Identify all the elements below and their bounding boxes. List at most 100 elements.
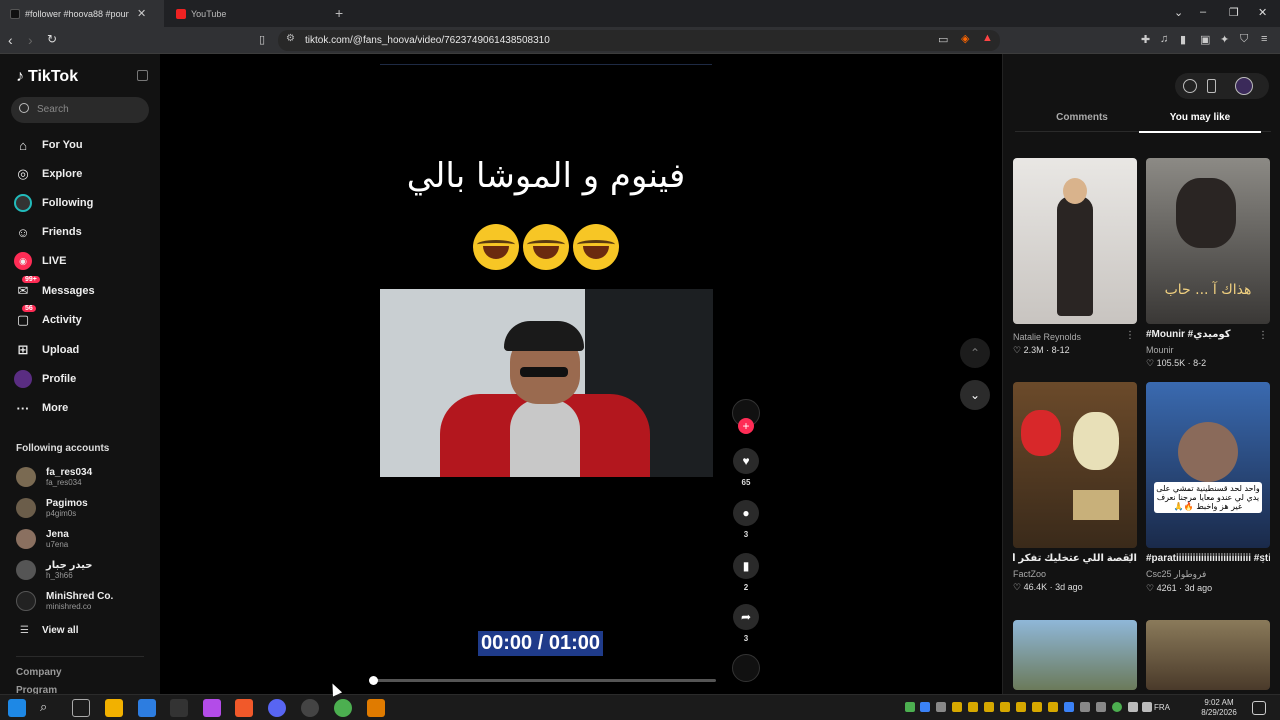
- nav-profile[interactable]: Profile: [14, 368, 76, 390]
- more-options-icon[interactable]: ⋮: [1258, 554, 1268, 565]
- search-icon[interactable]: ⌕: [40, 699, 58, 717]
- back-icon[interactable]: ‹: [8, 32, 13, 48]
- tiktok-logo[interactable]: ♪ TikTok: [16, 68, 78, 86]
- epic-games-icon[interactable]: [170, 699, 188, 717]
- brave-rewards-icon[interactable]: ▲: [982, 32, 993, 44]
- address-bar[interactable]: ⚙ tiktok.com/@fans_hoova/video/762374906…: [278, 30, 1000, 51]
- bookmark-icon[interactable]: ▯: [259, 33, 265, 46]
- media-icon[interactable]: ♫: [1160, 33, 1168, 45]
- save-button[interactable]: ▮ 2: [732, 553, 760, 592]
- video-player[interactable]: فينوم و الموشا بالي 00:00 / 01:00 + ♥ 65…: [160, 54, 1002, 694]
- tray-icon[interactable]: [984, 702, 994, 712]
- system-clock[interactable]: 9:02 AM 8/29/2026: [1197, 698, 1241, 718]
- app-icon[interactable]: [203, 699, 221, 717]
- wallet-icon[interactable]: ▣: [1200, 33, 1210, 46]
- following-account[interactable]: fa_res034 fa_res034: [16, 464, 92, 490]
- tab-you-may-like[interactable]: You may like: [1139, 112, 1261, 133]
- more-options-icon[interactable]: ⋮: [1258, 330, 1268, 341]
- tray-icon[interactable]: [1048, 702, 1058, 712]
- steam-icon[interactable]: [1064, 702, 1074, 712]
- file-explorer-icon[interactable]: [105, 699, 123, 717]
- suggested-video-thumbnail-partial[interactable]: [1146, 620, 1270, 690]
- start-icon[interactable]: [8, 699, 26, 717]
- discord-icon[interactable]: [268, 699, 286, 717]
- following-account[interactable]: Jena u7ena: [16, 526, 69, 552]
- more-options-icon[interactable]: ⋮: [1125, 330, 1135, 341]
- forward-icon[interactable]: ›: [28, 32, 33, 48]
- search-input[interactable]: Search: [11, 97, 149, 123]
- volume-icon[interactable]: [1142, 702, 1152, 712]
- notifications-icon[interactable]: [1252, 701, 1266, 715]
- tray-icon[interactable]: [1000, 702, 1010, 712]
- nav-live[interactable]: ◉ LIVE: [14, 250, 66, 272]
- maximize-icon[interactable]: ❐: [1229, 6, 1239, 19]
- tray-icon[interactable]: [1112, 702, 1122, 712]
- tab-youtube[interactable]: YouTube: [172, 0, 332, 27]
- nav-more[interactable]: ··· More: [14, 397, 69, 419]
- following-account[interactable]: Pagimos p4gim0s: [16, 495, 88, 521]
- progress-knob[interactable]: [369, 676, 378, 685]
- phone-icon[interactable]: [1207, 79, 1216, 93]
- suggested-video-thumbnail-partial[interactable]: [1013, 620, 1137, 690]
- reload-icon[interactable]: ↻: [47, 32, 57, 46]
- more-options-icon[interactable]: ⋮: [1125, 554, 1135, 565]
- mic-icon[interactable]: [1128, 702, 1138, 712]
- follow-plus-icon[interactable]: +: [738, 418, 754, 434]
- collapse-sidebar-icon[interactable]: [137, 70, 148, 81]
- company-link[interactable]: Company: [16, 667, 62, 678]
- extensions-icon[interactable]: ✚: [1141, 33, 1150, 46]
- nav-friends[interactable]: ☺ Friends: [14, 221, 81, 243]
- chrome-icon[interactable]: [334, 699, 352, 717]
- suggested-video-card[interactable]: هذاك آ ... حاب #Mounir #كوميدي Mounir ♡ …: [1146, 158, 1270, 369]
- sidebar-toggle-icon[interactable]: ▮: [1180, 33, 1186, 46]
- following-account[interactable]: حيدر جبار h_3h66: [16, 557, 92, 583]
- nav-explore[interactable]: ◎ Explore: [14, 163, 82, 185]
- leo-ai-icon[interactable]: ✦: [1220, 33, 1229, 46]
- tab-comments[interactable]: Comments: [1021, 112, 1143, 123]
- close-window-icon[interactable]: ✕: [1258, 6, 1267, 19]
- like-button[interactable]: ♥ 65: [732, 448, 760, 487]
- tray-icon[interactable]: [920, 702, 930, 712]
- obs-icon[interactable]: [301, 699, 319, 717]
- suggested-video-card[interactable]: واحد لحد قسنطينية تمشي على يدي لي عندو م…: [1146, 382, 1270, 594]
- site-info-icon[interactable]: ⚙: [286, 33, 295, 44]
- nav-messages[interactable]: ✉ 99+ Messages: [14, 276, 95, 302]
- tray-icon[interactable]: [968, 702, 978, 712]
- app-icon-2[interactable]: [367, 699, 385, 717]
- new-tab-icon[interactable]: +: [335, 5, 343, 21]
- user-avatar[interactable]: [1235, 77, 1253, 95]
- brave-browser-icon[interactable]: [235, 699, 253, 717]
- language-indicator[interactable]: FRA: [1154, 703, 1170, 712]
- tray-icon[interactable]: [952, 702, 962, 712]
- brave-shields-icon[interactable]: ◈: [961, 32, 969, 45]
- nav-following[interactable]: Following: [14, 192, 93, 214]
- tab-tiktok[interactable]: #follower #hoova88 #pourtoi ✕: [0, 0, 164, 27]
- store-icon[interactable]: [138, 699, 156, 717]
- minimize-icon[interactable]: –: [1200, 6, 1206, 18]
- close-tab-icon[interactable]: ✕: [137, 7, 146, 20]
- nav-upload[interactable]: ⊞ Upload: [14, 339, 80, 361]
- task-view-icon[interactable]: [72, 699, 90, 717]
- view-all-link[interactable]: ☰ View all: [20, 625, 78, 636]
- tab-search-icon[interactable]: ⌄: [1174, 6, 1183, 19]
- previous-video-button[interactable]: ⌃: [960, 338, 990, 368]
- nav-for-you[interactable]: ⌂ For You: [14, 134, 82, 156]
- tray-icon[interactable]: [1016, 702, 1026, 712]
- share-button[interactable]: ➦ 3: [732, 604, 760, 643]
- comment-button[interactable]: ● 3: [732, 500, 760, 539]
- following-account[interactable]: MiniShred Co. minishred.co: [16, 588, 113, 614]
- sound-avatar[interactable]: [732, 654, 760, 682]
- menu-icon[interactable]: ≡: [1261, 33, 1267, 45]
- nav-activity[interactable]: ▢ 56 Activity: [14, 305, 82, 331]
- next-video-button[interactable]: ⌄: [960, 380, 990, 410]
- tray-icon[interactable]: [1032, 702, 1042, 712]
- tray-icon[interactable]: [905, 702, 915, 712]
- vpn-icon[interactable]: ⛉: [1240, 33, 1248, 46]
- tray-icon[interactable]: [936, 702, 946, 712]
- network-icon[interactable]: [1096, 702, 1106, 712]
- suggested-video-card[interactable]: Natalie Reynolds ♡ 2.3M · 8-12 ⋮: [1013, 158, 1137, 356]
- tray-icon[interactable]: [1080, 702, 1090, 712]
- explore-icon[interactable]: [1183, 79, 1197, 93]
- cast-icon[interactable]: ▭: [938, 33, 948, 46]
- suggested-video-card[interactable]: القصة اللي عتخليك تفكر ألف مرة ⚠️ قبل ما…: [1013, 382, 1137, 593]
